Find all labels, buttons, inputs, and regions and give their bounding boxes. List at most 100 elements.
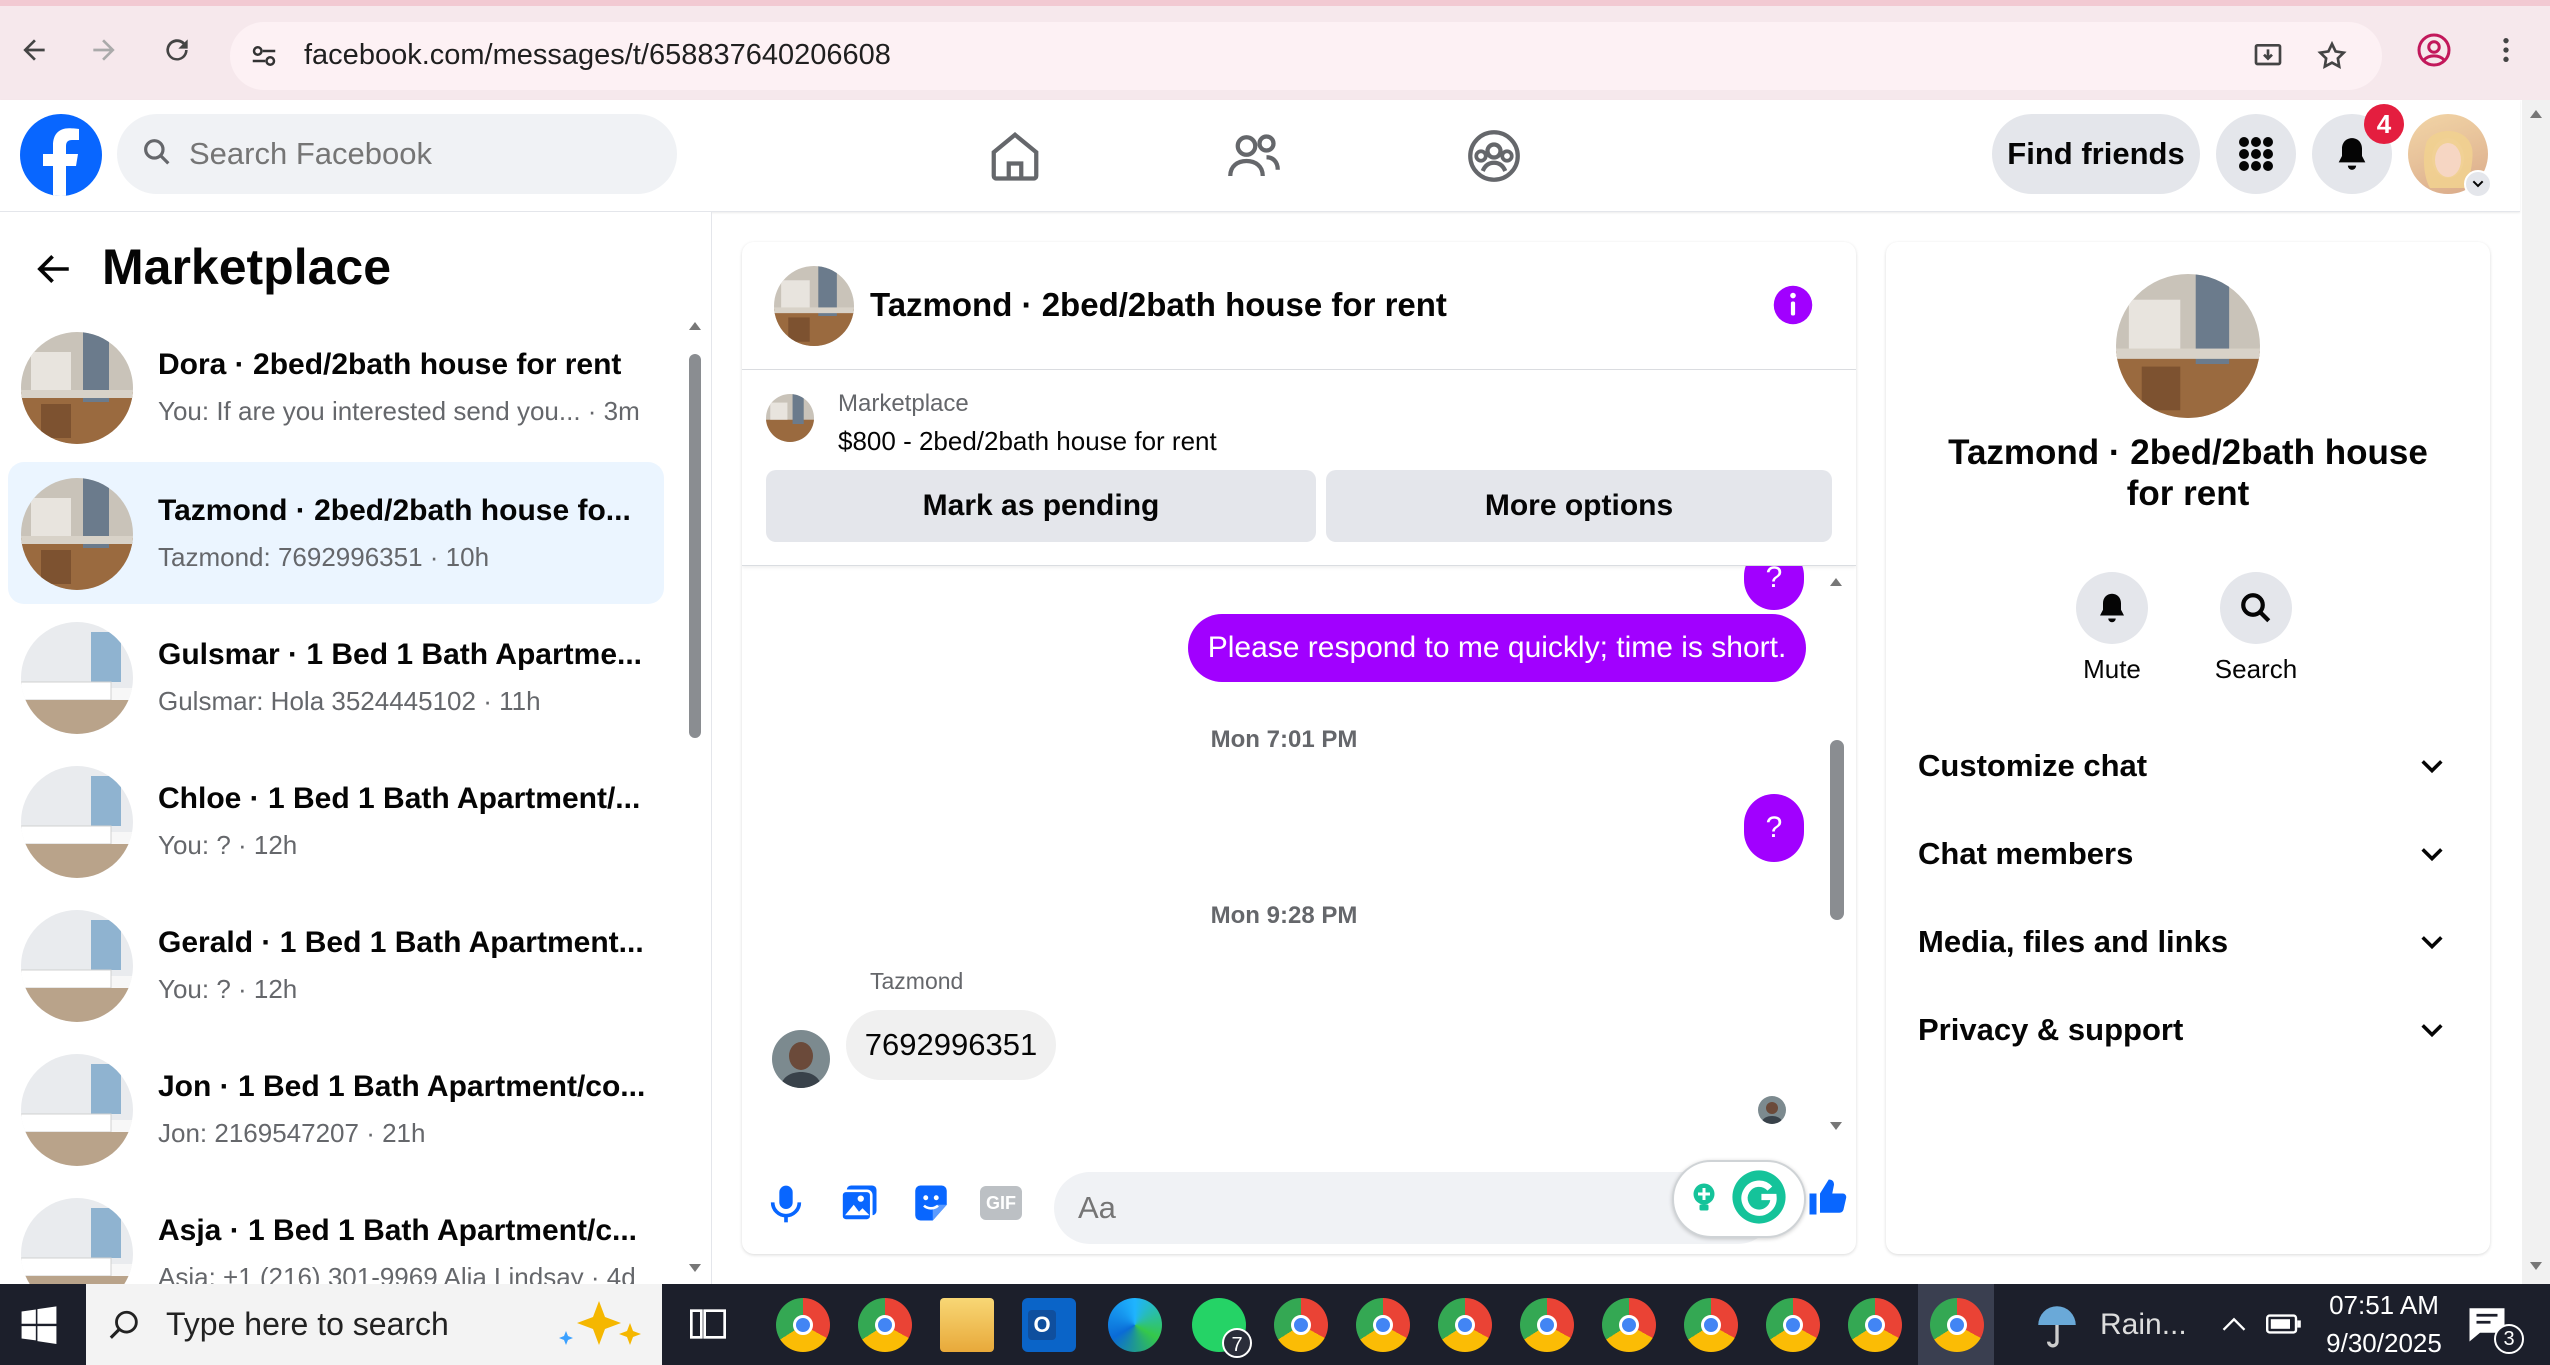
taskbar-search-placeholder: Type here to search (166, 1306, 449, 1342)
privacy-support-section[interactable]: Privacy & support (1918, 995, 2458, 1065)
outlook-icon[interactable]: O (1022, 1298, 1076, 1352)
task-view-icon[interactable] (688, 1304, 728, 1349)
more-options-button[interactable]: More options (1326, 470, 1832, 542)
facebook-logo-icon[interactable] (20, 114, 102, 196)
conversation-preview: Jon: 2169547207 · 21h (158, 1118, 426, 1148)
outgoing-message[interactable]: ? (1744, 566, 1804, 610)
listing-thumbnail (21, 766, 133, 878)
groups-icon[interactable] (1464, 126, 1524, 191)
facebook-search-input[interactable] (189, 136, 629, 172)
conversation-item[interactable]: Jon · 1 Bed 1 Bath Apartment/co... Jon: … (8, 1038, 664, 1180)
search-in-conversation-button[interactable] (2220, 572, 2292, 644)
bookmark-star-icon[interactable] (2310, 34, 2354, 78)
listing-thumbnail (21, 1198, 133, 1284)
message-input[interactable] (1078, 1190, 1638, 1226)
chrome-icon[interactable] (858, 1298, 912, 1352)
sidebar-scroll-thumb[interactable] (689, 354, 701, 738)
info-icon[interactable] (1772, 284, 1814, 331)
file-explorer-icon[interactable] (940, 1298, 994, 1352)
conversation-item-active[interactable]: Tazmond · 2bed/2bath house fo... Tazmond… (8, 462, 664, 604)
message-input-wrapper[interactable] (1054, 1172, 1774, 1244)
menu-grid-button[interactable] (2216, 114, 2296, 194)
chat-members-section[interactable]: Chat members (1918, 819, 2458, 889)
profile-icon[interactable] (2412, 28, 2456, 72)
back-arrow-icon[interactable] (12, 28, 56, 72)
sticker-icon[interactable] (910, 1182, 952, 1229)
clock-date[interactable]: 9/30/2025 (2310, 1328, 2458, 1359)
chrome-profile-icon[interactable] (1602, 1298, 1656, 1352)
chrome-active-icon[interactable] (1930, 1298, 1984, 1352)
umbrella-icon (2038, 1306, 2076, 1348)
details-avatar[interactable] (2116, 274, 2260, 418)
page-scrollbar[interactable] (2522, 100, 2550, 1284)
conversation-item[interactable]: Gerald · 1 Bed 1 Bath Apartment... You: … (8, 894, 664, 1036)
chrome-profile-icon[interactable] (1848, 1298, 1902, 1352)
forward-arrow-icon[interactable] (82, 28, 126, 72)
conversation-item[interactable]: Gulsmar · 1 Bed 1 Bath Apartme... Gulsma… (8, 606, 664, 748)
find-friends-button[interactable]: Find friends (1992, 114, 2200, 194)
customize-chat-section[interactable]: Customize chat (1918, 731, 2458, 801)
section-label: Privacy & support (1918, 1012, 2184, 1047)
chevron-up-icon[interactable] (2220, 1312, 2248, 1336)
media-files-links-section[interactable]: Media, files and links (1918, 907, 2458, 977)
weather-widget[interactable]: Rain... (2032, 1300, 2187, 1350)
grammarly-logo-icon[interactable] (1730, 1168, 1788, 1231)
grammarly-lightbulb-icon[interactable] (1686, 1179, 1722, 1220)
conversation-name: Jon · 1 Bed 1 Bath Apartment/co... (158, 1070, 646, 1103)
chrome-profile-icon[interactable] (1520, 1298, 1574, 1352)
back-arrow-icon[interactable] (32, 248, 74, 295)
reload-icon[interactable] (155, 28, 199, 72)
battery-icon[interactable] (2266, 1310, 2302, 1338)
listing-mini-thumb[interactable] (766, 394, 814, 442)
photo-gallery-icon[interactable] (838, 1182, 880, 1229)
thread-scroll-thumb[interactable] (1830, 740, 1844, 920)
edge-icon[interactable] (1108, 1298, 1162, 1352)
listing-detail[interactable]: $800 - 2bed/2bath house for rent (838, 426, 1217, 457)
chrome-profile-a-icon[interactable] (1438, 1298, 1492, 1352)
address-bar[interactable]: facebook.com/messages/t/658837640206608 (230, 22, 2382, 90)
browser-menu-icon[interactable] (2484, 28, 2528, 72)
sidebar-scrollbar[interactable] (680, 312, 710, 1284)
chrome-profile-w2-icon[interactable] (1356, 1298, 1410, 1352)
thread-scroll-down-icon[interactable] (1828, 1120, 1844, 1132)
sender-avatar[interactable] (772, 1030, 830, 1088)
outgoing-message[interactable]: ? (1744, 794, 1804, 862)
chrome-profile-w-icon[interactable] (1274, 1298, 1328, 1352)
section-label: Customize chat (1918, 748, 2148, 783)
conversation-item[interactable]: Chloe · 1 Bed 1 Bath Apartment/... You: … (8, 750, 664, 892)
install-app-icon[interactable] (2246, 34, 2290, 78)
thumbs-up-icon[interactable] (1806, 1176, 1848, 1223)
microphone-icon[interactable] (766, 1182, 806, 1231)
mark-as-pending-button[interactable]: Mark as pending (766, 470, 1316, 542)
chrome-profile-icon[interactable] (1766, 1298, 1820, 1352)
grammarly-widget[interactable] (1672, 1160, 1806, 1238)
whatsapp-icon[interactable]: 7 (1192, 1298, 1252, 1358)
url-text[interactable]: facebook.com/messages/t/658837640206608 (304, 39, 891, 72)
sparkle-icon (559, 1300, 641, 1345)
weather-text: Rain... (2100, 1308, 2187, 1341)
thread-scroll-up-icon[interactable] (1828, 576, 1844, 588)
conversation-item[interactable]: Dora · 2bed/2bath house for rent You: If… (8, 316, 664, 458)
facebook-search-box[interactable] (117, 114, 677, 194)
conversation-preview: Asja: +1 (216) 301-9969 Alia Lindsay · 4… (158, 1262, 636, 1284)
clock-time[interactable]: 07:51 AM (2310, 1290, 2458, 1321)
chrome-profile-b-icon[interactable] (776, 1298, 830, 1352)
incoming-message[interactable]: 7692996351 (846, 1010, 1056, 1080)
windows-start-icon[interactable] (20, 1306, 58, 1349)
gif-button[interactable]: GIF (980, 1186, 1022, 1220)
listing-label: Marketplace (838, 390, 969, 417)
friends-icon[interactable] (1224, 126, 1284, 191)
account-chevron-icon[interactable] (2464, 170, 2492, 198)
home-icon[interactable] (985, 126, 1045, 191)
conversation-preview: You: If are you interested send you... ·… (158, 396, 640, 426)
bell-icon (2100, 593, 2124, 623)
chrome-profile-icon[interactable] (1684, 1298, 1738, 1352)
outgoing-message[interactable]: Please respond to me quickly; time is sh… (1188, 614, 1806, 682)
chat-avatar[interactable] (774, 266, 854, 346)
chat-title[interactable]: Tazmond · 2bed/2bath house for rent (870, 286, 1447, 324)
taskbar-search-box[interactable]: Type here to search (86, 1284, 662, 1365)
site-settings-icon[interactable] (242, 34, 286, 78)
conversation-item[interactable]: Asja · 1 Bed 1 Bath Apartment/c... Asja:… (8, 1182, 664, 1284)
conversation-name: Chloe · 1 Bed 1 Bath Apartment/... (158, 782, 641, 815)
mute-button[interactable] (2076, 572, 2148, 644)
